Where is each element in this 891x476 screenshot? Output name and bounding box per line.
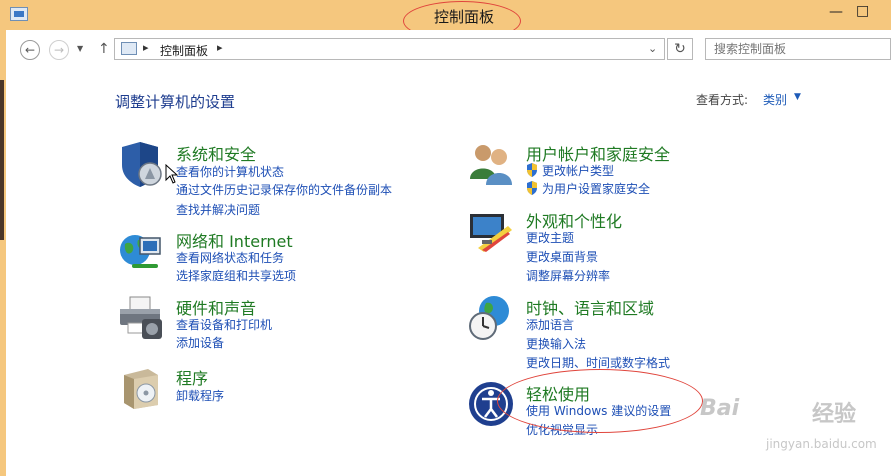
link-add-language[interactable]: 添加语言 bbox=[526, 316, 574, 333]
clock-globe-icon[interactable] bbox=[468, 295, 514, 341]
desktop-edge bbox=[0, 30, 6, 476]
users-icon[interactable] bbox=[468, 141, 514, 187]
forward-arrow-icon[interactable]: → bbox=[49, 40, 69, 60]
control-panel-icon bbox=[121, 42, 137, 55]
monitor-palette-icon[interactable] bbox=[468, 208, 514, 254]
link-desktop-background[interactable]: 更改桌面背景 bbox=[526, 248, 598, 265]
breadcrumb-separator-icon[interactable]: ▸ bbox=[143, 41, 149, 54]
link-add-device[interactable]: 添加设备 bbox=[176, 334, 224, 351]
view-by-label: 查看方式: bbox=[696, 93, 749, 107]
category-title-programs[interactable]: 程序 bbox=[176, 365, 208, 389]
link-screen-resolution[interactable]: 调整屏幕分辨率 bbox=[526, 267, 610, 284]
link-family-safety[interactable]: 为用户设置家庭安全 bbox=[542, 180, 650, 197]
link-network-status[interactable]: 查看网络状态和任务 bbox=[176, 249, 284, 266]
watermark-url: jingyan.baidu.com bbox=[766, 437, 877, 451]
link-change-input-method[interactable]: 更换输入法 bbox=[526, 335, 586, 352]
link-uninstall-program[interactable]: 卸载程序 bbox=[176, 387, 224, 404]
link-file-history-backup[interactable]: 通过文件历史记录保存你的文件备份副本 bbox=[176, 181, 392, 198]
control-panel-app-icon[interactable] bbox=[10, 7, 28, 21]
mouse-cursor-icon bbox=[165, 164, 179, 184]
up-arrow-icon[interactable]: ↑ bbox=[98, 41, 110, 57]
shield-icon[interactable] bbox=[118, 141, 164, 187]
address-dropdown-icon[interactable]: ⌄ bbox=[648, 42, 657, 55]
link-troubleshoot[interactable]: 查找并解决问题 bbox=[176, 201, 260, 218]
category-title-system-security[interactable]: 系统和安全 bbox=[176, 141, 256, 165]
back-arrow-icon[interactable]: ← bbox=[20, 40, 40, 60]
recent-pages-dropdown-icon[interactable]: ▼ bbox=[77, 44, 83, 53]
minimize-icon[interactable]: — bbox=[829, 4, 843, 20]
page-title: 调整计算机的设置 bbox=[115, 93, 236, 111]
address-bar[interactable]: ▸ 控制面板 ▸ bbox=[114, 38, 665, 60]
watermark-jingyan-text: 经验 bbox=[812, 402, 857, 427]
view-by-chevron-down-icon[interactable]: ▼ bbox=[794, 92, 801, 102]
title-bar: 控制面板 — □ bbox=[0, 0, 891, 41]
uac-shield-icon bbox=[527, 163, 537, 177]
ease-access-annotation-ellipse bbox=[497, 369, 703, 433]
view-by-selector[interactable]: 类别 bbox=[763, 91, 787, 108]
refresh-icon[interactable]: ↻ bbox=[667, 38, 693, 60]
breadcrumb-control-panel[interactable]: 控制面板 bbox=[160, 42, 208, 59]
link-view-computer-status[interactable]: 查看你的计算机状态 bbox=[176, 163, 284, 180]
search-input[interactable] bbox=[714, 41, 884, 57]
link-change-account-type[interactable]: 更改帐户类型 bbox=[542, 162, 614, 179]
watermark-baidu-logo: Bai bbox=[700, 396, 740, 421]
programs-box-icon[interactable] bbox=[118, 365, 164, 411]
breadcrumb-chevron-icon[interactable]: ▸ bbox=[217, 41, 223, 54]
link-homegroup-sharing[interactable]: 选择家庭组和共享选项 bbox=[176, 267, 296, 284]
link-change-theme[interactable]: 更改主题 bbox=[526, 229, 574, 246]
link-devices-printers[interactable]: 查看设备和打印机 bbox=[176, 316, 272, 333]
network-globe-icon[interactable] bbox=[118, 228, 164, 274]
search-box[interactable] bbox=[705, 38, 891, 60]
maximize-icon[interactable]: □ bbox=[856, 3, 869, 19]
printer-icon[interactable] bbox=[118, 295, 164, 341]
uac-shield-icon bbox=[527, 181, 537, 195]
